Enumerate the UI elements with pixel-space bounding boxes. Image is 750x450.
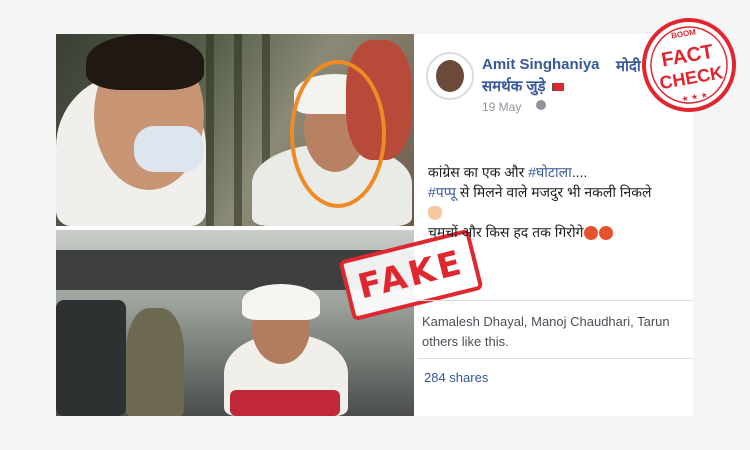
angry-face-icon — [584, 226, 599, 241]
shares-count[interactable]: 284 shares — [424, 370, 488, 385]
likes-summary[interactable]: Kamalesh Dhayal, Manoj Chaudhari, Tarun … — [422, 312, 693, 352]
man-hair — [86, 34, 204, 90]
article-image: FAKE Amit Singhaniya मोदी समर्थक जुड़े 1… — [56, 34, 693, 416]
fact-check-badge: BOOM FACT CHECK ★ ★ ★ — [632, 8, 746, 122]
hashtag-link[interactable]: #घोटाला — [528, 164, 572, 180]
face-mask — [134, 126, 204, 172]
author-name[interactable]: Amit Singhaniya — [482, 56, 600, 73]
woman-garment — [230, 390, 340, 416]
globe-icon — [536, 100, 546, 110]
pointing-hand-icon — [428, 206, 442, 221]
photo-top — [56, 34, 414, 226]
woman-headscarf — [242, 284, 320, 320]
angry-face-icon — [599, 226, 614, 241]
post-line-3: चमचों और किस हद तक गिरोगे — [428, 222, 690, 242]
gate-bar — [206, 34, 214, 226]
highlight-circle — [290, 60, 386, 208]
post-date[interactable]: 19 May — [482, 100, 521, 114]
author-group-prefix[interactable]: मोदी — [616, 56, 641, 76]
post-line-2: #पप्पू से मिलने वाले मजदुर भी नकली निकले — [428, 184, 652, 200]
avatar[interactable] — [426, 52, 474, 100]
driver-figure — [126, 308, 184, 416]
hashtag-link[interactable]: #पप्पू — [428, 184, 456, 200]
post-line-1: कांग्रेस का एक और #घोटाला.... — [428, 164, 588, 180]
group-name-text[interactable]: समर्थक जुड़े — [482, 78, 546, 95]
divider — [418, 358, 693, 359]
gate-bar — [234, 34, 242, 226]
group-name[interactable]: समर्थक जुड़े — [482, 76, 564, 96]
post-text: कांग्रेस का एक और #घोटाला.... #पप्पू से … — [428, 162, 690, 242]
post-line-emoji — [428, 202, 690, 222]
flag-icon — [551, 83, 564, 92]
divider — [418, 300, 693, 301]
car-seat — [56, 300, 126, 416]
